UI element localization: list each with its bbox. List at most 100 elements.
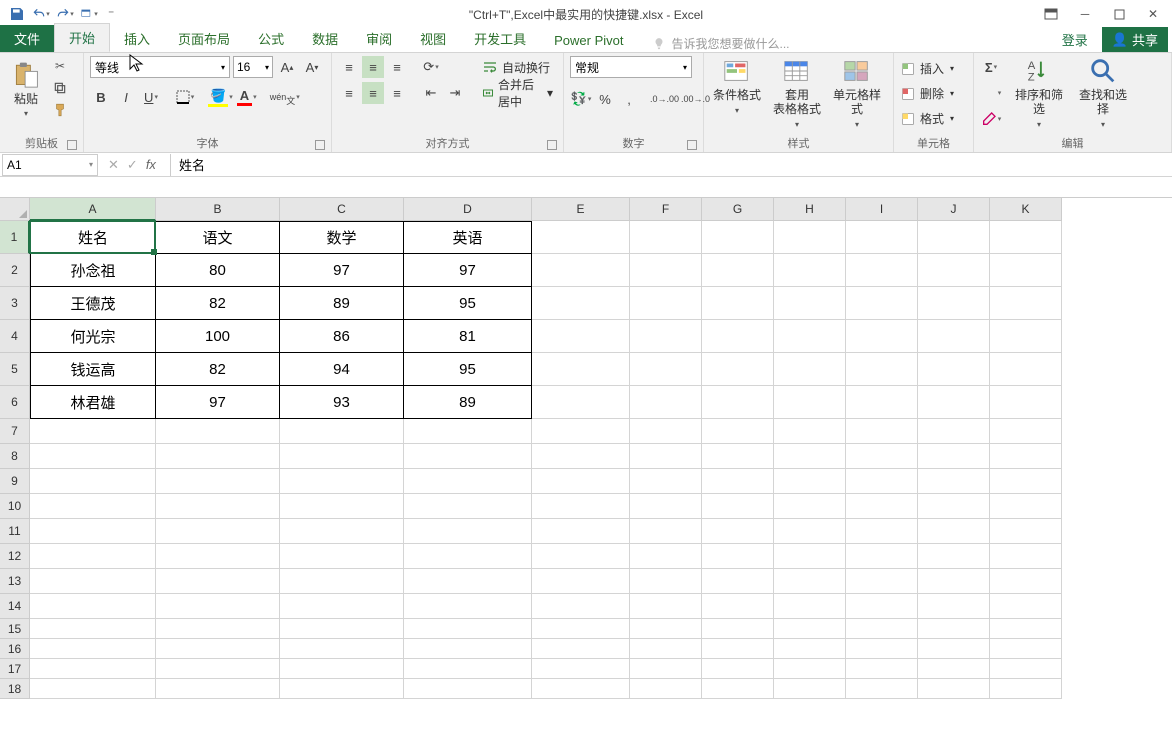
cell[interactable] (774, 519, 846, 544)
cell[interactable] (156, 444, 280, 469)
column-header[interactable]: K (990, 198, 1062, 221)
cell[interactable] (774, 287, 846, 320)
number-launcher[interactable] (687, 140, 697, 150)
align-bottom-icon[interactable]: ≡ (386, 56, 408, 78)
cell[interactable] (404, 519, 532, 544)
cell[interactable] (846, 639, 918, 659)
cell[interactable] (156, 494, 280, 519)
cell[interactable]: 81 (404, 320, 532, 353)
cell[interactable] (702, 639, 774, 659)
cell[interactable] (156, 594, 280, 619)
cell[interactable]: 林君雄 (30, 386, 156, 419)
cell[interactable] (280, 594, 404, 619)
cell[interactable] (846, 659, 918, 679)
cell[interactable] (990, 254, 1062, 287)
column-header[interactable]: G (702, 198, 774, 221)
cell[interactable] (990, 659, 1062, 679)
undo-icon[interactable]: ▾ (32, 5, 50, 23)
cell[interactable] (774, 444, 846, 469)
percent-icon[interactable]: % (594, 88, 616, 110)
cell[interactable] (774, 320, 846, 353)
column-header[interactable]: J (918, 198, 990, 221)
format-as-table-button[interactable]: 套用 表格格式▾ (770, 56, 824, 132)
orientation-icon[interactable]: ⟳▾ (420, 56, 442, 78)
cell[interactable] (30, 419, 156, 444)
cell[interactable] (280, 519, 404, 544)
tab-home[interactable]: 开始 (54, 23, 110, 52)
cell[interactable] (774, 679, 846, 699)
cell[interactable] (774, 594, 846, 619)
cell[interactable] (280, 639, 404, 659)
cell[interactable] (404, 659, 532, 679)
cell[interactable] (774, 254, 846, 287)
cell[interactable] (30, 619, 156, 639)
cell[interactable] (846, 544, 918, 569)
cell[interactable] (532, 287, 630, 320)
cancel-formula-icon[interactable]: ✕ (108, 157, 119, 173)
login-button[interactable]: 登录 (1056, 27, 1094, 52)
qat-overflow[interactable]: ⁼ (108, 7, 114, 21)
cell[interactable] (630, 254, 702, 287)
cell[interactable] (702, 287, 774, 320)
cell[interactable] (630, 594, 702, 619)
minimize-icon[interactable]: ─ (1070, 3, 1100, 25)
decrease-decimal-icon[interactable]: .00→.0 (681, 88, 710, 110)
tab-insert[interactable]: 插入 (110, 25, 164, 52)
row-header[interactable]: 9 (0, 469, 30, 494)
cell[interactable] (280, 679, 404, 699)
delete-cells-button[interactable]: 删除▾ (900, 85, 954, 102)
cell[interactable]: 姓名 (30, 221, 156, 254)
cell[interactable] (532, 419, 630, 444)
font-launcher[interactable] (315, 140, 325, 150)
cell[interactable] (630, 569, 702, 594)
cell[interactable] (630, 386, 702, 419)
cell[interactable] (990, 494, 1062, 519)
row-header[interactable]: 10 (0, 494, 30, 519)
cell[interactable] (30, 639, 156, 659)
cell[interactable] (404, 569, 532, 594)
cell[interactable]: 钱运高 (30, 353, 156, 386)
cell[interactable] (532, 639, 630, 659)
cell[interactable] (702, 519, 774, 544)
ribbon-display-icon[interactable] (1036, 3, 1066, 25)
fx-icon[interactable]: fx (146, 157, 162, 172)
cells-area[interactable]: 姓名语文数学英语孙念祖809797王德茂828995何光宗1008681钱运高8… (30, 221, 1062, 699)
cut-icon[interactable]: ✂ (50, 56, 70, 76)
row-header[interactable]: 12 (0, 544, 30, 569)
tab-file[interactable]: 文件 (0, 25, 54, 52)
cell[interactable] (404, 619, 532, 639)
cell[interactable] (990, 679, 1062, 699)
row-header[interactable]: 16 (0, 639, 30, 659)
cell[interactable] (630, 469, 702, 494)
cell[interactable] (156, 419, 280, 444)
cell[interactable] (990, 619, 1062, 639)
cell[interactable] (774, 419, 846, 444)
cell[interactable] (990, 287, 1062, 320)
cell[interactable] (918, 444, 990, 469)
phonetic-button[interactable]: wén文▾ (270, 86, 300, 108)
cell[interactable] (846, 419, 918, 444)
align-left-icon[interactable]: ≡ (338, 82, 360, 104)
column-header[interactable]: H (774, 198, 846, 221)
row-header[interactable]: 3 (0, 287, 30, 320)
fill-button[interactable]: ▾ (980, 82, 1002, 104)
cell[interactable] (532, 544, 630, 569)
cell[interactable]: 86 (280, 320, 404, 353)
cell[interactable] (774, 386, 846, 419)
redo-icon[interactable]: ▾ (56, 5, 74, 23)
tell-me-search[interactable]: 告诉我您想要做什么... (652, 35, 790, 52)
accept-formula-icon[interactable]: ✓ (127, 157, 138, 173)
cell[interactable] (630, 287, 702, 320)
tab-review[interactable]: 审阅 (352, 25, 406, 52)
bold-button[interactable]: B (90, 86, 112, 108)
maximize-icon[interactable] (1104, 3, 1134, 25)
cell[interactable] (532, 444, 630, 469)
align-top-icon[interactable]: ≡ (338, 56, 360, 78)
cell[interactable] (30, 594, 156, 619)
tab-page-layout[interactable]: 页面布局 (164, 25, 244, 52)
autosum-button[interactable]: Σ▾ (980, 56, 1002, 78)
tab-view[interactable]: 视图 (406, 25, 460, 52)
cell[interactable] (702, 544, 774, 569)
select-all-corner[interactable] (0, 198, 30, 221)
column-header[interactable]: I (846, 198, 918, 221)
